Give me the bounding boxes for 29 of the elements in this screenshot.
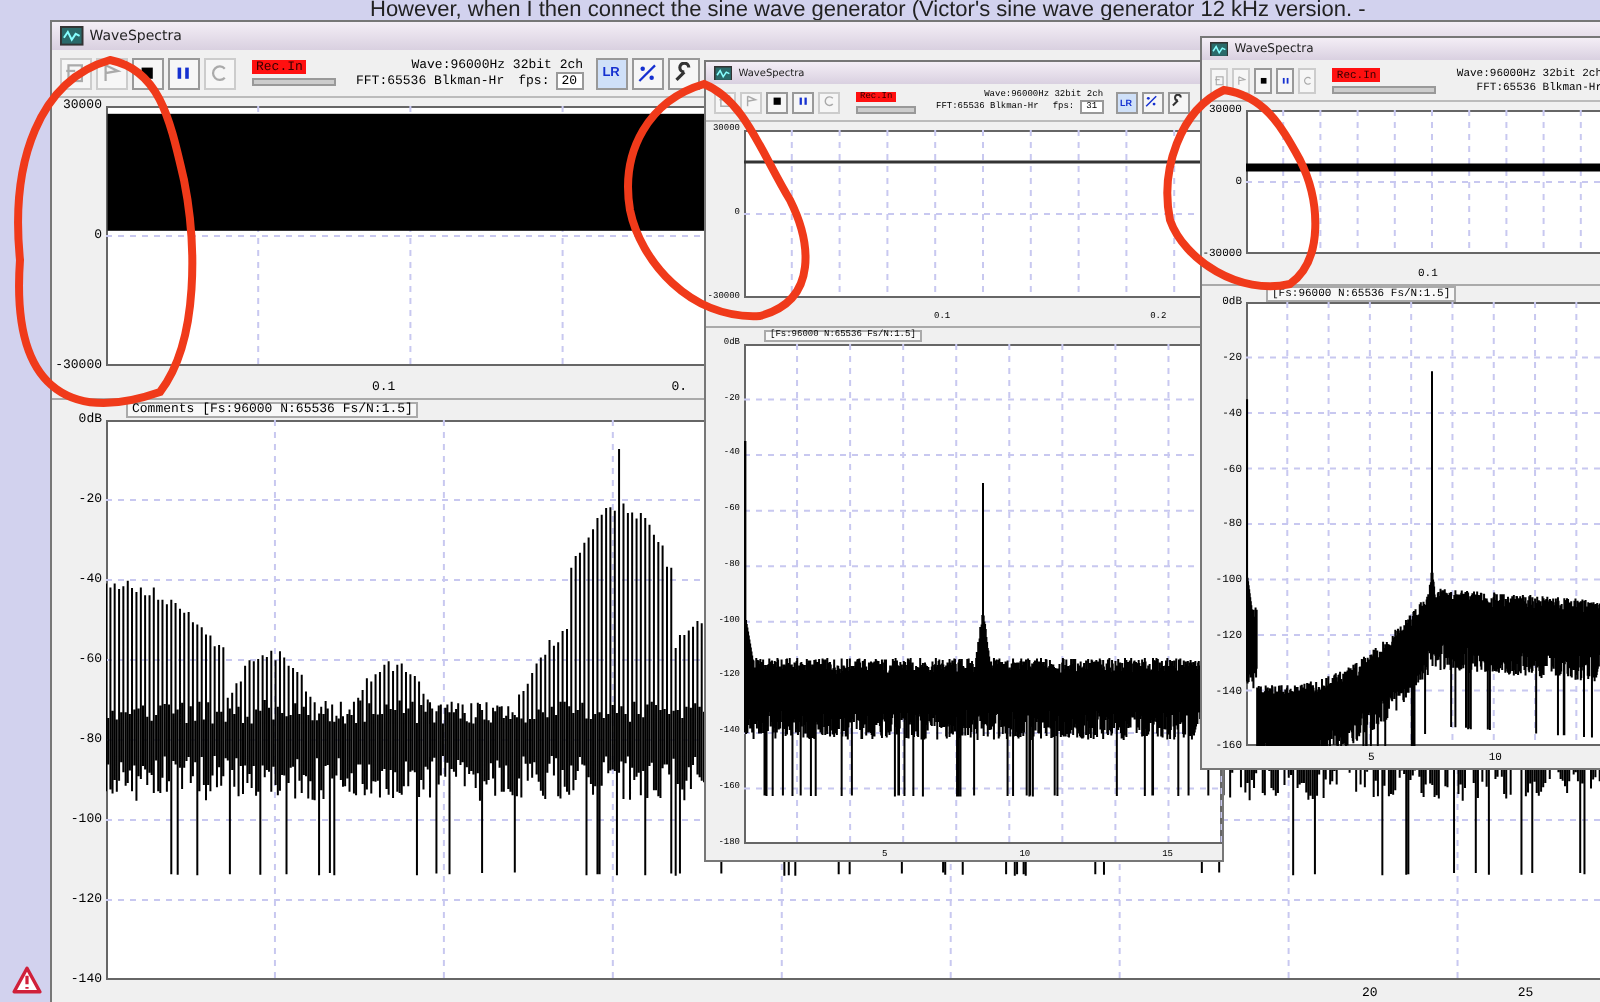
scatter-icon [635,61,659,85]
document-icon [717,94,733,110]
pause-icon [795,94,811,110]
settings-button[interactable] [1167,91,1190,113]
scatter-button[interactable] [631,57,664,89]
stop-icon [769,94,785,110]
document-icon [64,61,88,85]
flag-icon [1235,71,1247,89]
rec-slider-track[interactable] [1332,85,1437,93]
flag-icon [100,61,124,85]
scatter-icon [1144,94,1160,110]
rec-slider-track[interactable] [856,105,916,113]
stop-button[interactable] [766,91,788,113]
document-icon [1213,71,1225,89]
scatter-button[interactable] [1141,91,1164,113]
rec-slider-track[interactable] [252,78,336,86]
settings-button[interactable] [667,57,700,89]
flag-icon [743,94,759,110]
wrench-icon [671,61,695,85]
warning-icon[interactable] [12,966,42,994]
pause-button[interactable] [168,57,200,89]
app-icon [714,65,733,81]
pause-button[interactable] [1276,67,1295,93]
stop-button[interactable] [1254,67,1273,93]
app-icon [60,26,84,46]
pause-button[interactable] [792,91,814,113]
page-text: However, when I then connect the sine wave generator (Victor's sine wave generator 12 kHz version. - [370,0,1366,22]
wrench-icon [1170,94,1186,110]
app-icon [1210,41,1229,57]
